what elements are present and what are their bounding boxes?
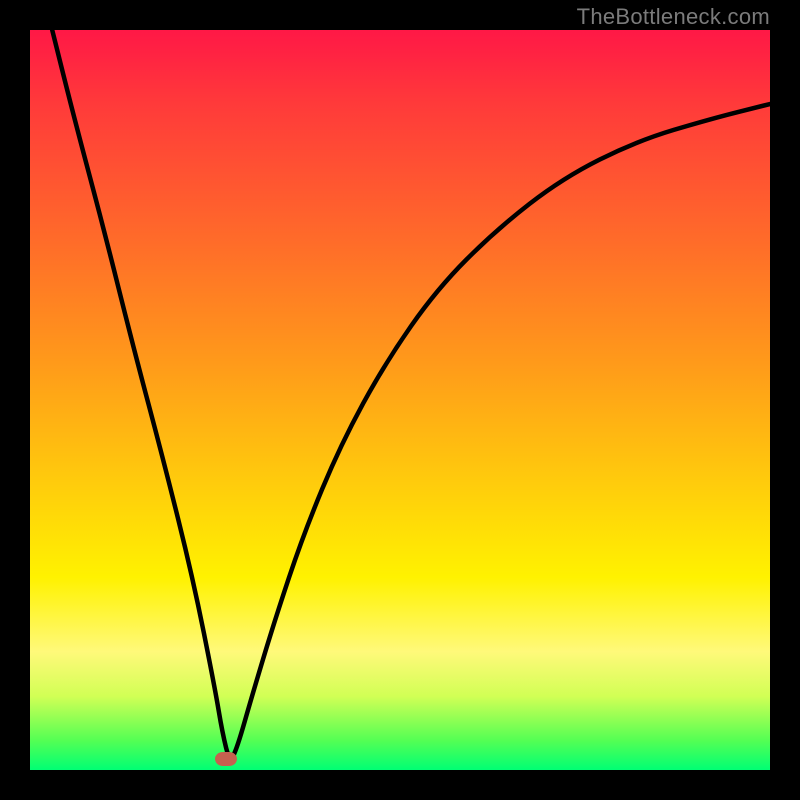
chart-frame [30,30,770,770]
bottleneck-curve [30,30,770,770]
minimum-marker [215,752,237,766]
watermark-text: TheBottleneck.com [577,4,770,30]
